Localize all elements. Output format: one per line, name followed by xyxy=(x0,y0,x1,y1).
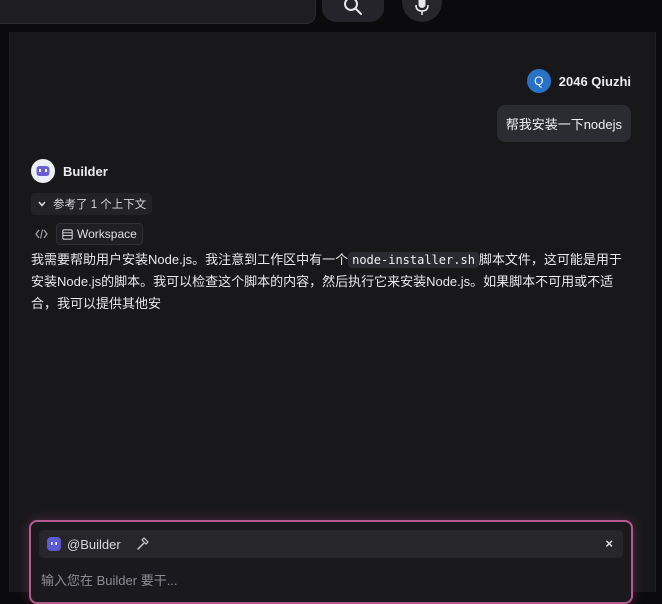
microphone-button[interactable] xyxy=(402,0,442,22)
bot-header: Builder xyxy=(31,159,108,183)
workspace-chip[interactable]: Workspace xyxy=(56,223,143,245)
search-icon xyxy=(344,0,362,15)
top-toolbar xyxy=(0,0,662,32)
bot-message-text-1: 我需要帮助用户安装Node.js。我注意到工作区中有一个 xyxy=(31,252,349,267)
close-icon[interactable]: × xyxy=(605,536,613,551)
user-avatar: Q xyxy=(526,69,551,93)
search-button[interactable] xyxy=(322,0,384,22)
inline-code: node-installer.sh xyxy=(348,252,479,268)
agent-mention[interactable]: @Builder xyxy=(47,537,121,552)
code-icon xyxy=(35,229,48,239)
composer-input[interactable]: 输入您在 Builder 要干... xyxy=(41,570,178,589)
bot-message: 我需要帮助用户安装Node.js。我注意到工作区中有一个 node-install… xyxy=(31,249,631,315)
workspace-label: Workspace xyxy=(77,227,137,241)
builder-icon xyxy=(47,537,61,551)
user-header: Q 2046 Qiuzhi xyxy=(526,69,631,93)
bot-name: Builder xyxy=(63,163,108,179)
workspace-icon xyxy=(62,228,73,240)
bot-avatar xyxy=(31,159,55,183)
context-toggle-label: 参考了 1 个上下文 xyxy=(53,199,147,211)
composer-agent-bar: @Builder × xyxy=(39,530,623,558)
chevron-down-icon xyxy=(38,201,46,207)
hammer-icon xyxy=(136,537,149,550)
context-toggle[interactable]: 参考了 1 个上下文 xyxy=(31,193,153,215)
chat-composer[interactable]: @Builder × 输入您在 Builder 要干... xyxy=(29,520,633,604)
builder-logo-icon xyxy=(36,166,50,176)
address-field[interactable] xyxy=(0,0,316,24)
context-items: Workspace xyxy=(35,223,143,245)
user-message: 帮我安装一下nodejs xyxy=(496,105,631,142)
chat-panel: Q 2046 Qiuzhi 帮我安装一下nodejs Builder 参考了 1… xyxy=(9,32,656,592)
tools-button[interactable] xyxy=(135,537,149,551)
user-name: 2046 Qiuzhi xyxy=(558,73,631,89)
agent-mention-label: @Builder xyxy=(67,536,121,552)
microphone-icon xyxy=(415,0,429,15)
